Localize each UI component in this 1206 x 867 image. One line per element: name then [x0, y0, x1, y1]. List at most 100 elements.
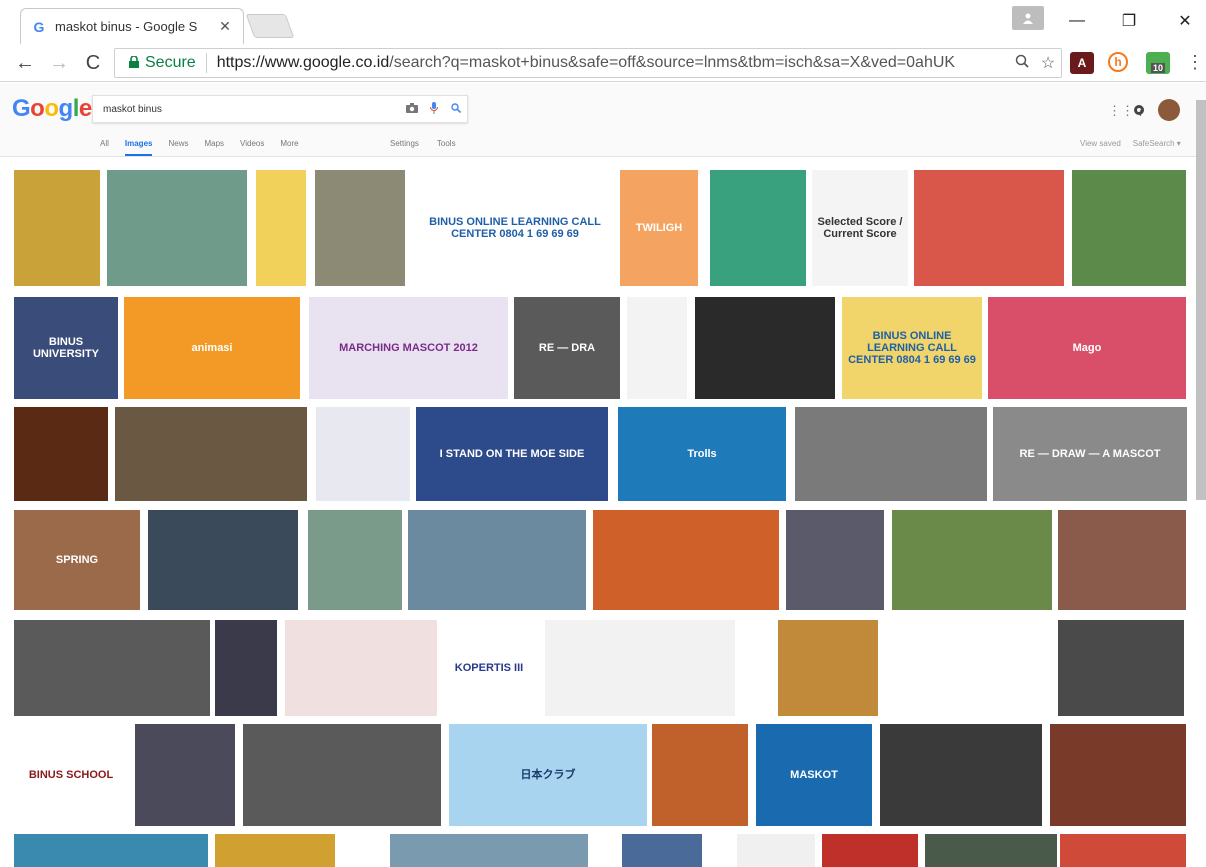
tab-videos[interactable]: Videos	[240, 139, 264, 156]
image-thumbnail[interactable]	[107, 170, 247, 286]
image-thumbnail[interactable]	[822, 834, 918, 867]
address-bar[interactable]: Secure https://www.google.co.id/search?q…	[114, 48, 1062, 78]
image-thumbnail[interactable]	[315, 170, 405, 286]
image-caption: RE — DRA	[538, 341, 596, 354]
image-thumbnail[interactable]	[308, 510, 402, 610]
reload-icon[interactable]: C	[80, 50, 106, 76]
image-thumbnail[interactable]: MARCHING MASCOT 2012	[309, 297, 508, 399]
image-thumbnail[interactable]	[285, 620, 437, 716]
image-thumbnail[interactable]	[795, 407, 987, 501]
tab-news[interactable]: News	[168, 139, 188, 156]
image-thumbnail[interactable]	[115, 407, 307, 501]
image-thumbnail[interactable]	[892, 510, 1052, 610]
image-thumbnail[interactable]	[256, 170, 306, 286]
url-text[interactable]: https://www.google.co.id/search?q=maskot…	[217, 54, 1009, 72]
image-thumbnail[interactable]	[593, 510, 779, 610]
notifications-icon[interactable]	[1134, 105, 1144, 115]
image-thumbnail[interactable]: KOPERTIS III	[442, 620, 536, 716]
camera-icon[interactable]	[401, 102, 423, 116]
page-scrollbar[interactable]	[1196, 100, 1206, 500]
acrobat-extension-icon[interactable]: A	[1070, 52, 1094, 74]
image-thumbnail[interactable]	[14, 834, 208, 867]
image-thumbnail[interactable]	[408, 510, 586, 610]
new-tab-button[interactable]	[245, 14, 295, 38]
image-caption: MASKOT	[790, 768, 838, 781]
image-thumbnail[interactable]: RE — DRA	[514, 297, 620, 399]
image-caption: animasi	[191, 341, 233, 354]
image-thumbnail[interactable]	[627, 297, 687, 399]
image-caption: Selected Score / Current Score	[817, 215, 903, 240]
settings-link[interactable]: Settings	[390, 139, 419, 148]
image-thumbnail[interactable]	[1060, 834, 1186, 867]
search-input[interactable]: maskot binus	[92, 95, 468, 123]
image-thumbnail[interactable]	[778, 620, 878, 716]
image-thumbnail[interactable]	[215, 834, 335, 867]
image-thumbnail[interactable]	[545, 620, 735, 716]
image-thumbnail[interactable]	[695, 297, 835, 399]
image-thumbnail[interactable]	[786, 510, 884, 610]
image-thumbnail[interactable]	[1058, 620, 1184, 716]
star-icon[interactable]: ☆	[1035, 53, 1061, 73]
title-bar: G maskot binus - Google S ✕ — ❐ ✕	[0, 0, 1206, 44]
image-thumbnail[interactable]	[622, 834, 702, 867]
search-icon[interactable]	[445, 102, 467, 116]
image-thumbnail[interactable]	[390, 834, 588, 867]
view-saved-link[interactable]: View saved	[1080, 139, 1121, 148]
image-thumbnail[interactable]: BINUS ONLINE LEARNING CALL CENTER 0804 1…	[418, 170, 612, 286]
image-thumbnail[interactable]	[652, 724, 748, 826]
image-thumbnail[interactable]: SPRING	[14, 510, 140, 610]
minimize-icon[interactable]: —	[1062, 8, 1092, 34]
image-thumbnail[interactable]: TWILIGH	[620, 170, 698, 286]
image-caption: KOPERTIS III	[454, 661, 524, 674]
image-thumbnail[interactable]: Mago	[988, 297, 1186, 399]
image-thumbnail[interactable]	[1058, 510, 1186, 610]
image-thumbnail[interactable]	[880, 724, 1042, 826]
image-thumbnail[interactable]: Selected Score / Current Score	[812, 170, 908, 286]
image-thumbnail[interactable]	[925, 834, 1057, 867]
chrome-menu-icon[interactable]: ⋮	[1186, 52, 1204, 73]
tab-all[interactable]: All	[100, 139, 109, 156]
google-logo[interactable]: Google	[12, 95, 92, 123]
profile-icon[interactable]	[1012, 6, 1044, 30]
window-close-icon[interactable]: ✕	[1170, 8, 1200, 34]
image-thumbnail[interactable]: MASKOT	[756, 724, 872, 826]
search-query[interactable]: maskot binus	[103, 104, 401, 115]
image-thumbnail[interactable]	[215, 620, 277, 716]
tools-link[interactable]: Tools	[437, 139, 456, 148]
image-thumbnail[interactable]: RE — DRAW — A MASCOT	[993, 407, 1187, 501]
tab-close-icon[interactable]: ✕	[217, 18, 233, 35]
image-thumbnail[interactable]	[914, 170, 1064, 286]
image-thumbnail[interactable]	[1050, 724, 1186, 826]
image-thumbnail[interactable]	[737, 834, 815, 867]
browser-tab[interactable]: G maskot binus - Google S ✕	[20, 8, 244, 44]
tab-maps[interactable]: Maps	[204, 139, 224, 156]
image-thumbnail[interactable]	[148, 510, 298, 610]
microphone-icon[interactable]	[423, 101, 445, 117]
tab-more[interactable]: More	[280, 139, 298, 156]
image-thumbnail[interactable]	[14, 407, 108, 501]
image-thumbnail[interactable]: I STAND ON THE MOE SIDE	[416, 407, 608, 501]
back-arrow-icon[interactable]: ←	[12, 50, 38, 76]
zoom-icon[interactable]	[1009, 54, 1035, 73]
image-thumbnail[interactable]	[135, 724, 235, 826]
maximize-icon[interactable]: ❐	[1114, 8, 1144, 34]
image-thumbnail[interactable]	[710, 170, 806, 286]
image-thumbnail[interactable]	[14, 620, 210, 716]
image-thumbnail[interactable]: 日本クラブ	[449, 724, 647, 826]
image-thumbnail[interactable]	[1072, 170, 1186, 286]
image-thumbnail[interactable]	[14, 170, 100, 286]
image-thumbnail[interactable]: Trolls	[618, 407, 786, 501]
image-thumbnail[interactable]	[919, 620, 1051, 716]
forward-arrow-icon[interactable]: →	[46, 50, 72, 76]
image-thumbnail[interactable]: BINUS ONLINE LEARNING CALL CENTER 0804 1…	[842, 297, 982, 399]
image-thumbnail[interactable]: animasi	[124, 297, 300, 399]
image-thumbnail[interactable]: BINUS UNIVERSITY	[14, 297, 118, 399]
image-thumbnail[interactable]: BINUS SCHOOL	[14, 724, 128, 826]
extension-badge-icon[interactable]: 10	[1146, 52, 1170, 74]
tab-images[interactable]: Images	[124, 139, 153, 156]
avatar[interactable]	[1158, 99, 1180, 121]
image-thumbnail[interactable]	[316, 407, 410, 501]
image-thumbnail[interactable]	[243, 724, 441, 826]
honey-extension-icon[interactable]: h	[1108, 52, 1128, 72]
safesearch-link[interactable]: SafeSearch ▾	[1133, 139, 1181, 148]
